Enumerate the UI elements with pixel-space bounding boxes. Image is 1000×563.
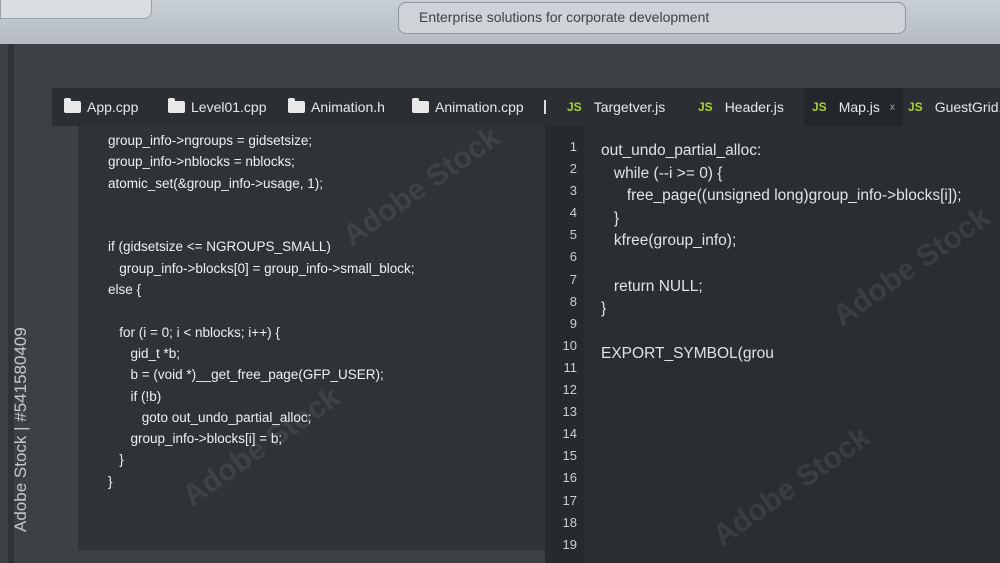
tab-label: Targetver.js xyxy=(593,99,666,115)
js-icon: JS xyxy=(908,100,923,114)
tab-label: Level01.cpp xyxy=(191,99,267,115)
js-icon: JS xyxy=(812,100,827,114)
stock-watermark-side: Adobe Stock | #541580409 xyxy=(11,327,30,533)
right-editor-pane[interactable]: out_undo_partial_alloc: while (--i >= 0)… xyxy=(585,126,1000,563)
tab-map-js[interactable]: JS Map.js x xyxy=(804,88,903,126)
folder-icon xyxy=(288,98,305,113)
tab-header-js[interactable]: JS Header.js xyxy=(698,88,784,126)
close-icon[interactable]: x xyxy=(890,102,895,113)
js-icon: JS xyxy=(567,100,582,114)
tab-label: GuestGrid.js xyxy=(934,99,1000,115)
folder-icon xyxy=(168,98,185,113)
tab-label: Animation.cpp xyxy=(435,99,524,115)
folder-icon xyxy=(64,98,81,113)
line-number-gutter: 1 2 3 4 5 6 7 8 9 10 11 12 13 14 15 16 1… xyxy=(545,126,585,563)
address-bar[interactable]: Enterprise solutions for corporate devel… xyxy=(398,2,906,34)
tab-level01-cpp[interactable]: Level01.cpp xyxy=(168,88,267,126)
tab-label: Animation.h xyxy=(311,99,385,115)
editor-tab-bar: App.cpp Level01.cpp Animation.h Animatio… xyxy=(52,88,1000,126)
tab-label: Map.js xyxy=(838,99,880,115)
tab-app-cpp[interactable]: App.cpp xyxy=(64,88,138,126)
folder-icon xyxy=(412,98,429,113)
right-code-text: out_undo_partial_alloc: while (--i >= 0)… xyxy=(601,142,962,363)
browser-tab[interactable] xyxy=(0,0,152,19)
tab-separator xyxy=(544,100,546,114)
line-numbers: 1 2 3 4 5 6 7 8 9 10 11 12 13 14 15 16 1… xyxy=(562,139,577,552)
left-editor-pane[interactable]: group_info->ngroups = gidsetsize; group_… xyxy=(68,126,553,550)
tab-label: Header.js xyxy=(724,99,784,115)
tab-targetver-js[interactable]: JS Targetver.js xyxy=(567,88,665,126)
tab-label: App.cpp xyxy=(87,99,139,115)
js-icon: JS xyxy=(698,100,713,114)
browser-top-bar: Enterprise solutions for corporate devel… xyxy=(0,0,1000,44)
left-code-text: group_info->ngroups = gidsetsize; group_… xyxy=(108,133,415,489)
tab-animation-h[interactable]: Animation.h xyxy=(288,88,385,126)
tab-guestgrid-js[interactable]: JS GuestGrid.js xyxy=(908,88,1000,126)
tab-animation-cpp[interactable]: Animation.cpp xyxy=(412,88,524,126)
